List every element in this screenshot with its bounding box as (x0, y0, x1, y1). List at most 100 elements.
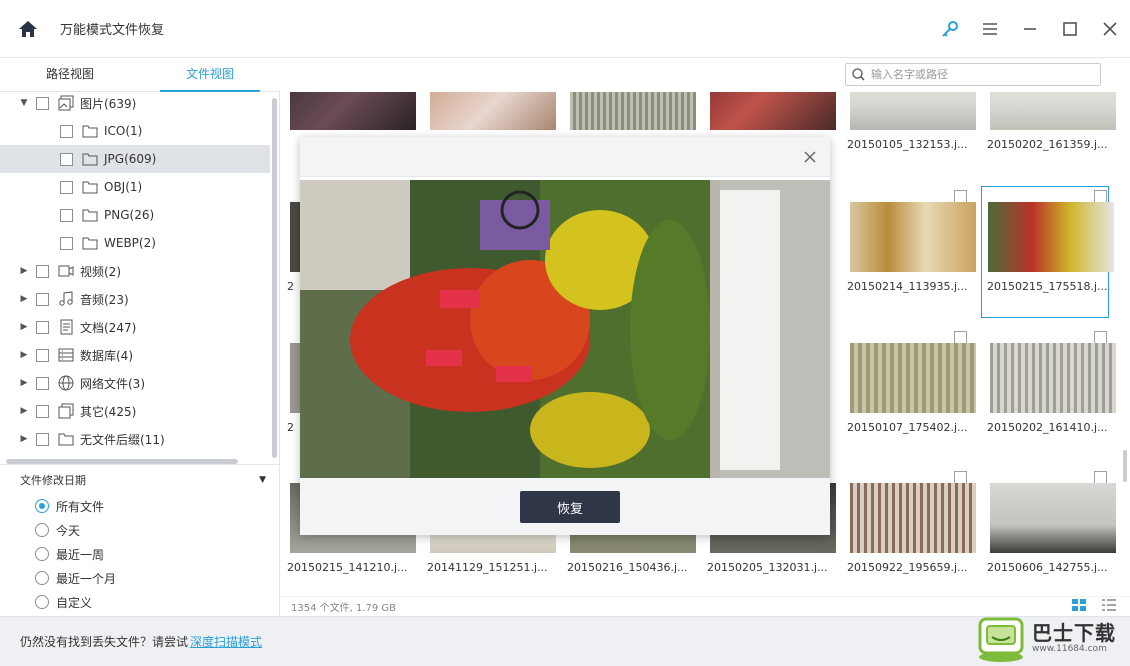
image-preview (300, 180, 830, 478)
date-filter-title: 文件修改日期 (20, 473, 86, 487)
file-card[interactable]: 20150606_142755.j... (981, 467, 1116, 596)
grid-view-icon[interactable] (1072, 599, 1086, 611)
deep-scan-link[interactable]: 深度扫描模式 (190, 633, 262, 650)
date-filter-header[interactable]: 文件修改日期 ▼ (0, 464, 280, 494)
radio-button[interactable] (35, 571, 49, 585)
file-name: 20150215_141210.j... (287, 561, 408, 574)
radio-label: 最近一周 (56, 547, 105, 562)
watermark-logo: 巴士下载 www.11684.com (974, 612, 1126, 664)
search-input[interactable] (871, 68, 1091, 81)
folder-icon (81, 122, 99, 140)
chevron-right-icon[interactable]: ▶ (19, 294, 29, 304)
key-icon (942, 21, 958, 37)
file-card[interactable]: 20150922_195659.j... (841, 467, 976, 596)
minimize-button[interactable] (1010, 0, 1050, 58)
checkbox[interactable] (60, 180, 73, 194)
tree-item-documents[interactable]: ▶ 文档(247) (0, 313, 270, 341)
thumbnail (990, 343, 1116, 413)
modal-footer: 恢复 (300, 478, 830, 535)
tree-item-network[interactable]: ▶ 网络文件(3) (0, 369, 270, 397)
tab-path-view[interactable]: 路径视图 (0, 58, 140, 91)
search-icon (852, 68, 865, 81)
chevron-right-icon[interactable]: ▶ (19, 266, 29, 276)
checkbox[interactable] (60, 208, 73, 222)
file-name: 20150216_150436.j... (567, 561, 688, 574)
file-name: 20150105_132153.j... (847, 138, 968, 151)
tree-item-label: WEBP(2) (104, 236, 156, 250)
file-card[interactable]: 20150107_175402.j... (841, 327, 976, 459)
checkbox[interactable] (60, 152, 73, 166)
key-button[interactable] (930, 0, 970, 58)
tree-item-other[interactable]: ▶ 其它(425) (0, 397, 270, 425)
file-card[interactable]: 20150214_113935.j... (841, 186, 976, 318)
tree-item-label: 文档(247) (80, 320, 137, 335)
radio-all-files[interactable]: 所有文件 (35, 496, 104, 516)
tree-item-database[interactable]: ▶ 数据库(4) (0, 341, 270, 369)
checkbox[interactable] (36, 292, 49, 306)
menu-button[interactable] (970, 0, 1010, 58)
checkbox[interactable] (36, 432, 49, 446)
home-button[interactable] (0, 0, 56, 58)
tree-item-images[interactable]: ▼ 图片(639) (0, 92, 270, 117)
maximize-button[interactable] (1050, 0, 1090, 58)
checkbox[interactable] (36, 376, 49, 390)
chevron-down-icon[interactable]: ▼ (19, 98, 29, 108)
checkbox[interactable] (36, 96, 49, 110)
tree-item-audio[interactable]: ▶ 音频(23) (0, 285, 270, 313)
folder-icon (81, 206, 99, 224)
checkbox[interactable] (36, 404, 49, 418)
checkbox[interactable] (36, 320, 49, 334)
checkbox[interactable] (36, 348, 49, 362)
image-icon (57, 94, 75, 112)
radio-label: 自定义 (56, 595, 93, 610)
home-icon (19, 20, 37, 37)
preview-photo (300, 180, 830, 478)
file-card[interactable]: 20150202_161359.j... (981, 92, 1116, 176)
tree-item-obj[interactable]: OBJ(1) (0, 173, 270, 201)
chevron-right-icon[interactable]: ▶ (19, 350, 29, 360)
chevron-right-icon[interactable]: ▶ (19, 406, 29, 416)
checkbox[interactable] (36, 264, 49, 278)
close-button[interactable] (1090, 0, 1130, 58)
tree-item-no-extension[interactable]: ▶ 无文件后缀(11) (0, 425, 270, 453)
thumbnail (850, 202, 976, 272)
tree-item-ico[interactable]: ICO(1) (0, 117, 270, 145)
checkbox[interactable] (60, 124, 73, 138)
chevron-right-icon[interactable]: ▶ (19, 434, 29, 444)
tree-item-video[interactable]: ▶ 视频(2) (0, 257, 270, 285)
tree-vertical-scrollbar[interactable] (272, 98, 277, 458)
radio-button[interactable] (35, 499, 49, 513)
tree-item-jpg[interactable]: JPG(609) (0, 145, 270, 173)
checkbox[interactable] (60, 236, 73, 250)
tree-item-label: 图片(639) (80, 96, 137, 111)
tree-item-webp[interactable]: WEBP(2) (0, 229, 270, 257)
radio-button[interactable] (35, 595, 49, 609)
thumbnail (290, 92, 416, 130)
grid-vertical-scrollbar[interactable] (1123, 450, 1127, 482)
modal-close-button[interactable] (798, 145, 822, 169)
radio-last-week[interactable]: 最近一周 (35, 544, 104, 564)
chevron-right-icon[interactable]: ▶ (19, 322, 29, 332)
radio-custom[interactable]: 自定义 (35, 592, 92, 612)
file-card[interactable]: 20150202_161410.j... (981, 327, 1116, 459)
list-view-icon[interactable] (1102, 599, 1116, 611)
recover-button[interactable]: 恢复 (520, 491, 620, 523)
radio-last-month[interactable]: 最近一个月 (35, 568, 116, 588)
radio-label: 今天 (56, 523, 81, 538)
tree-item-png[interactable]: PNG(26) (0, 201, 270, 229)
tab-file-view[interactable]: 文件视图 (140, 58, 280, 92)
radio-button[interactable] (35, 547, 49, 561)
file-name: 20150214_113935.j... (847, 280, 968, 293)
chevron-down-icon[interactable]: ▼ (259, 475, 266, 485)
file-card-selected[interactable]: 20150215_175518.j... (981, 186, 1114, 318)
file-card[interactable]: 20150105_132153.j... (841, 92, 976, 176)
radio-label: 最近一个月 (56, 571, 117, 586)
radio-button[interactable] (35, 523, 49, 537)
search-box[interactable] (845, 63, 1101, 86)
close-icon (1103, 22, 1117, 36)
chevron-right-icon[interactable]: ▶ (19, 378, 29, 388)
radio-today[interactable]: 今天 (35, 520, 80, 540)
tree-item-label: 数据库(4) (80, 348, 133, 363)
file-name: 20150202_161359.j... (987, 138, 1108, 151)
folder-icon (81, 150, 99, 168)
